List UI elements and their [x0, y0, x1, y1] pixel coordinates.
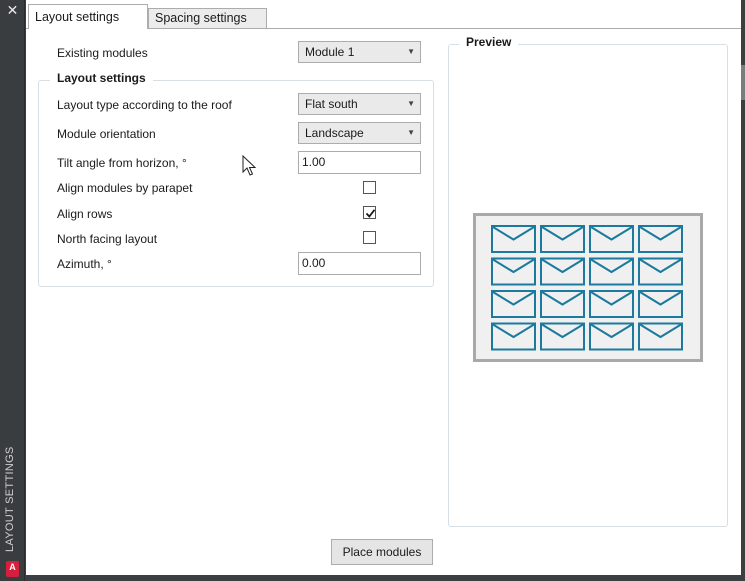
- checkmark-icon: [365, 209, 376, 218]
- existing-modules-value: Module 1: [305, 45, 355, 59]
- scrollbar-thumb[interactable]: [741, 65, 745, 100]
- align-rows-label: Align rows: [57, 207, 113, 221]
- layout-settings-group-title: Layout settings: [50, 71, 153, 85]
- close-icon[interactable]: ✕: [6, 3, 19, 17]
- north-facing-checkbox[interactable]: [363, 231, 376, 244]
- tab-bar: Layout settings Spacing settings: [26, 0, 741, 29]
- layout-type-label: Layout type according to the roof: [57, 98, 232, 112]
- tab-spacing-settings[interactable]: Spacing settings: [148, 8, 267, 28]
- existing-modules-label: Existing modules: [57, 46, 148, 60]
- azimuth-input[interactable]: 0.00: [298, 252, 421, 275]
- main-panel: Layout settings Spacing settings Existin…: [26, 0, 741, 575]
- tilt-angle-label: Tilt angle from horizon, °: [57, 156, 187, 170]
- layout-type-value: Flat south: [305, 97, 358, 111]
- chevron-down-icon: ▼: [407, 47, 415, 56]
- align-rows-checkbox[interactable]: [363, 206, 376, 219]
- window-bottom-edge: [26, 575, 745, 581]
- module-orientation-value: Landscape: [305, 126, 364, 140]
- panel-side-title: LAYOUT SETTINGS: [4, 446, 16, 552]
- module-orientation-label: Module orientation: [57, 127, 156, 141]
- mouse-pointer-icon: [242, 155, 256, 176]
- chevron-down-icon: ▼: [407, 99, 415, 108]
- existing-modules-dropdown[interactable]: Module 1 ▼: [298, 41, 421, 63]
- module-layout-preview: [473, 213, 703, 362]
- chevron-down-icon: ▼: [407, 128, 415, 137]
- azimuth-label: Azimuth, °: [57, 257, 112, 271]
- module-orientation-dropdown[interactable]: Landscape ▼: [298, 122, 421, 144]
- north-facing-label: North facing layout: [57, 232, 158, 246]
- preview-title: Preview: [459, 35, 519, 49]
- app-logo-icon: A: [6, 561, 19, 577]
- tab-layout-settings[interactable]: Layout settings: [28, 4, 148, 29]
- align-parapet-label: Align modules by parapet: [57, 181, 193, 195]
- layout-type-dropdown[interactable]: Flat south ▼: [298, 93, 421, 115]
- side-panel-strip: ✕ LAYOUT SETTINGS A: [0, 0, 25, 581]
- align-parapet-checkbox[interactable]: [363, 181, 376, 194]
- place-modules-button[interactable]: Place modules: [331, 539, 433, 565]
- tilt-angle-input[interactable]: 1.00: [298, 151, 421, 174]
